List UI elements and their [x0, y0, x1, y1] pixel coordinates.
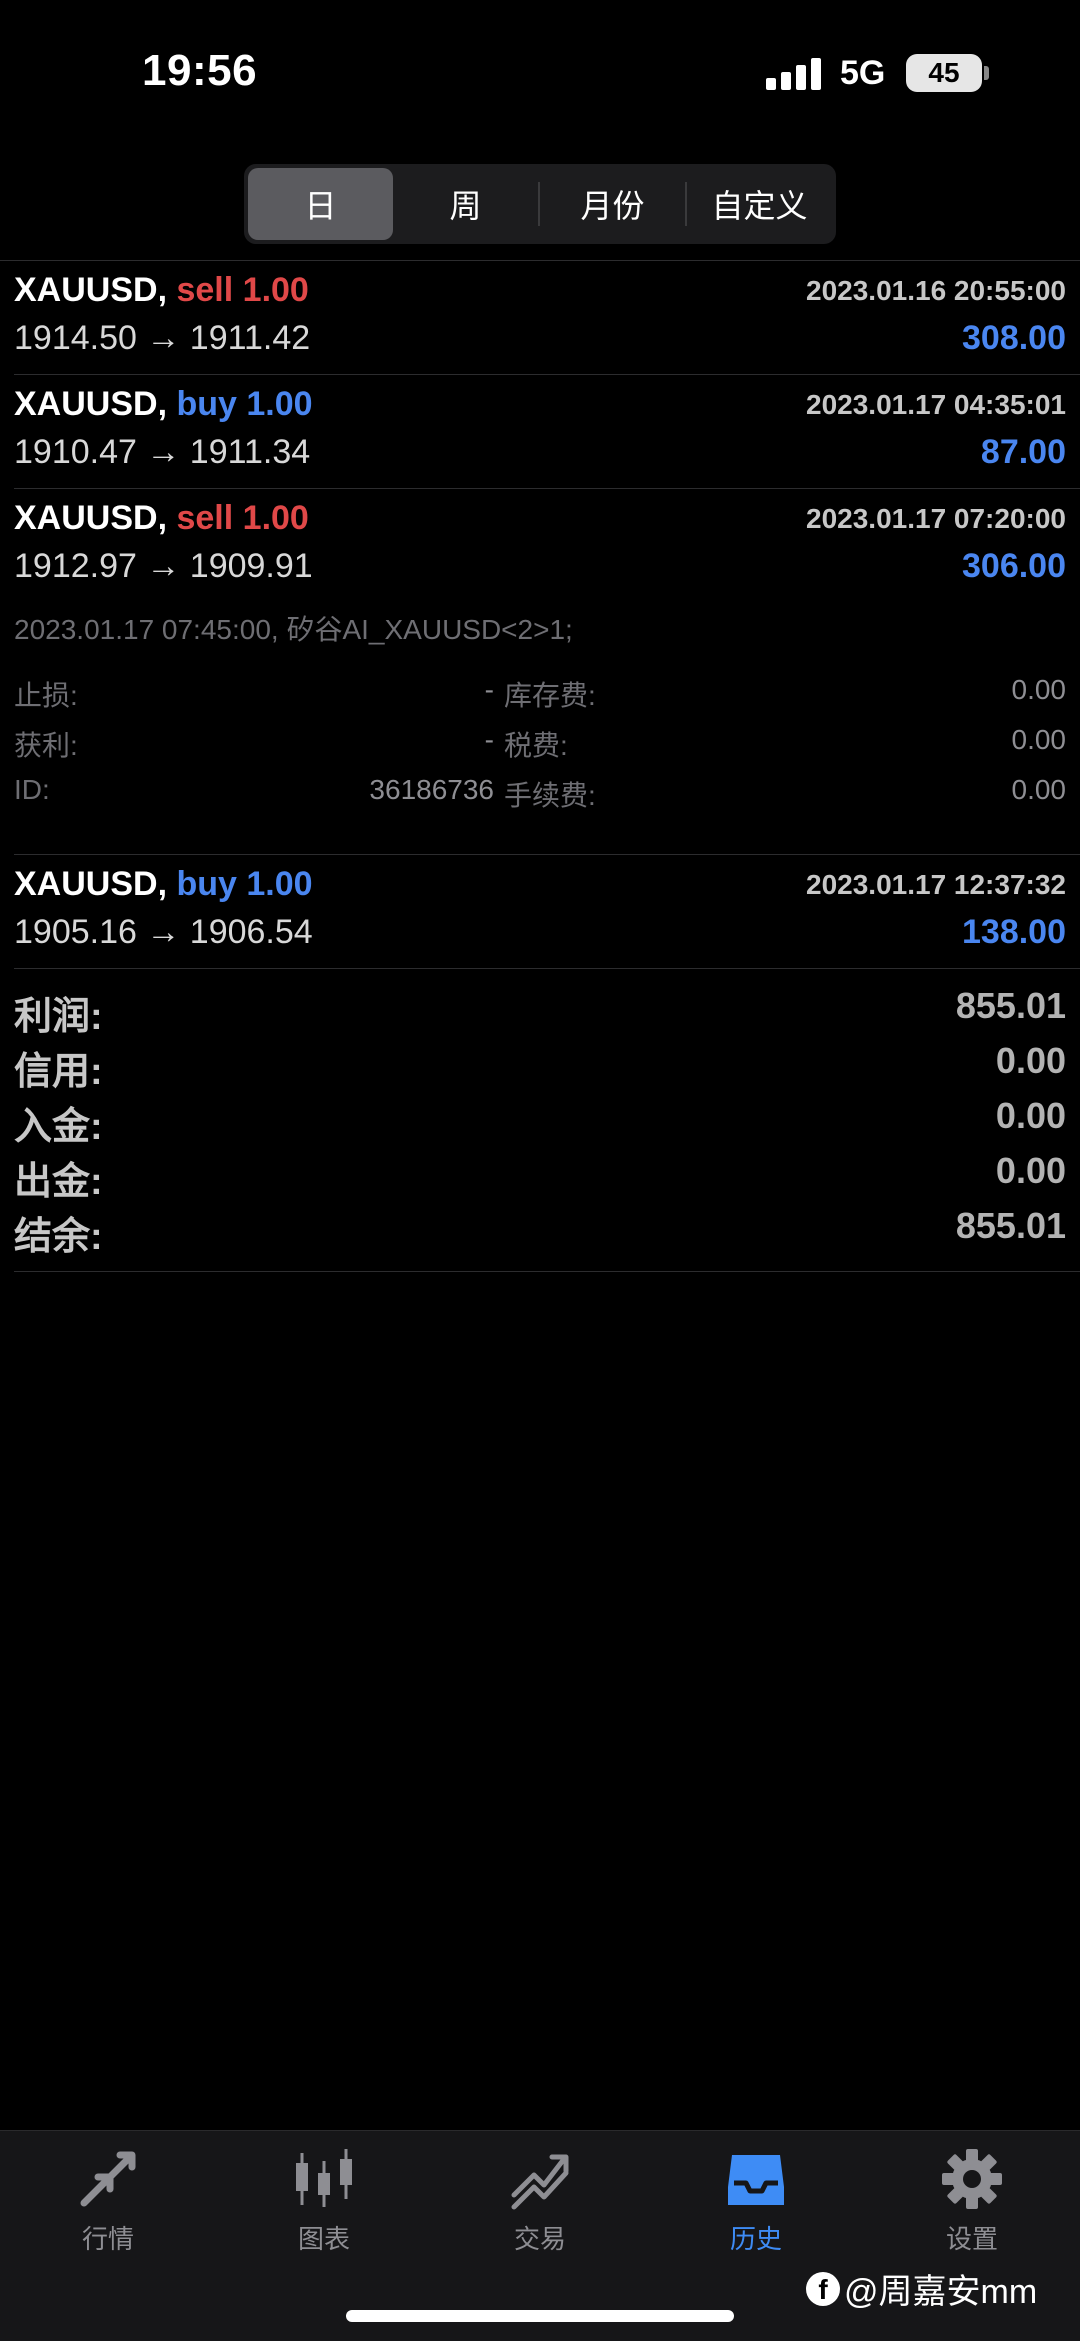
- summary-row-profit: 利润: 855.01: [14, 985, 1066, 1038]
- gear-icon: [942, 2149, 1002, 2209]
- segment-custom[interactable]: 自定义: [687, 168, 832, 240]
- taxes-label: 税费:: [504, 730, 568, 761]
- battery-icon: 45: [906, 54, 982, 92]
- deal-profit: 138.00: [962, 913, 1066, 951]
- summary-value: 855.01: [955, 1205, 1066, 1246]
- id-value: 36186736: [369, 774, 494, 805]
- tab-label: 设置: [945, 2224, 998, 2254]
- deal-volume: 1.00: [246, 865, 313, 903]
- tab-label: 图表: [297, 2224, 350, 2254]
- summary-value: 0.00: [995, 1150, 1066, 1191]
- tab-trade[interactable]: 交易: [460, 2147, 620, 2267]
- deal-time: 2023.01.16 20:55:00: [806, 275, 1066, 306]
- stop-loss-value: -: [484, 674, 494, 705]
- deal-volume: 1.00: [246, 385, 313, 423]
- summary-value: 855.01: [955, 985, 1066, 1026]
- inbox-tray-icon: [728, 2155, 784, 2205]
- deal-side: sell: [176, 499, 234, 537]
- tab-history[interactable]: 历史: [676, 2147, 836, 2267]
- deal-profit: 87.00: [980, 433, 1066, 471]
- candlestick-chart-icon: [296, 2149, 352, 2207]
- deal-symbol: XAUUSD,: [14, 499, 168, 537]
- summary-label: 利润:: [14, 996, 103, 1038]
- deal-time: 2023.01.17 04:35:01: [806, 389, 1066, 420]
- trade-trend-icon: [511, 2154, 569, 2210]
- deal-prices: 1910.47 → 1911.34: [14, 433, 311, 471]
- stop-loss-label: 止损:: [14, 680, 78, 711]
- summary-row-withdrawal: 出金: 0.00: [14, 1150, 1066, 1203]
- tab-quotes[interactable]: 行情: [28, 2147, 188, 2267]
- deal-profit: 308.00: [962, 319, 1066, 357]
- summary-row-balance: 结余: 855.01: [14, 1205, 1066, 1258]
- detail-row: 获利: - 税费: 0.00: [14, 724, 1066, 764]
- deal-row[interactable]: XAUUSD, buy 1.00 2023.01.17 04:35:01 191…: [0, 375, 1080, 488]
- swap-label: 库存费:: [504, 680, 596, 711]
- history-list: XAUUSD, sell 1.00 2023.01.16 20:55:00 19…: [0, 260, 1080, 1272]
- summary-value: 0.00: [995, 1095, 1066, 1136]
- network-type: 5G: [840, 54, 886, 92]
- status-time: 19:56: [142, 46, 258, 95]
- deal-prices: 1912.97 → 1909.91: [14, 547, 313, 585]
- tab-label: 交易: [513, 2224, 566, 2254]
- summary-row-deposit: 入金: 0.00: [14, 1095, 1066, 1148]
- quotes-arrows-icon: [80, 2151, 136, 2207]
- battery-tip: [984, 66, 989, 80]
- commission-label: 手续费:: [504, 780, 596, 811]
- deal-symbol: XAUUSD,: [14, 865, 168, 903]
- deal-row[interactable]: XAUUSD, sell 1.00 2023.01.17 07:20:00 19…: [0, 489, 1080, 602]
- tab-charts[interactable]: 图表: [244, 2147, 404, 2267]
- tab-settings[interactable]: 设置: [892, 2147, 1052, 2267]
- summary-label: 入金:: [14, 1106, 103, 1148]
- detail-row: ID: 36186736 手续费: 0.00: [14, 774, 1066, 814]
- deal-details: 2023.01.17 07:45:00, 矽谷AI_XAUUSD<2>1; 止损…: [0, 602, 1080, 854]
- deal-comment: 2023.01.17 07:45:00, 矽谷AI_XAUUSD<2>1;: [14, 614, 573, 645]
- commission-value: 0.00: [1011, 774, 1067, 805]
- take-profit-label: 获利:: [14, 730, 78, 761]
- cellular-signal-icon: [766, 58, 822, 90]
- summary-value: 0.00: [995, 1040, 1066, 1081]
- deal-prices: 1905.16 → 1906.54: [14, 913, 313, 951]
- deal-profit: 306.00: [962, 547, 1066, 585]
- period-segmented-control: 日 周 月份 自定义: [244, 164, 836, 244]
- watermark-text: @周嘉安mm: [844, 2273, 1038, 2311]
- deal-prices: 1914.50 → 1911.42: [14, 319, 311, 357]
- take-profit-value: -: [484, 724, 494, 755]
- deal-row[interactable]: XAUUSD, buy 1.00 2023.01.17 12:37:32 190…: [0, 855, 1080, 968]
- summary-row-credit: 信用: 0.00: [14, 1040, 1066, 1093]
- tab-label: 行情: [81, 2224, 134, 2254]
- facebook-icon: f: [806, 2271, 840, 2306]
- taxes-value: 0.00: [1011, 724, 1067, 755]
- watermark: f @周嘉安mm: [806, 2264, 1037, 2313]
- deal-side: buy: [176, 865, 237, 903]
- deal-side: sell: [176, 271, 234, 309]
- row-divider: [14, 1271, 1080, 1272]
- id-label: ID:: [14, 774, 50, 805]
- segment-day[interactable]: 日: [248, 168, 393, 240]
- deal-volume: 1.00: [242, 499, 309, 537]
- segment-month[interactable]: 月份: [540, 168, 685, 240]
- swap-value: 0.00: [1011, 674, 1067, 705]
- summary-label: 结余:: [14, 1216, 103, 1258]
- deal-symbol: XAUUSD,: [14, 385, 168, 423]
- summary-label: 出金:: [14, 1161, 103, 1203]
- deal-side: buy: [176, 385, 237, 423]
- home-indicator[interactable]: [346, 2310, 734, 2322]
- deal-symbol: XAUUSD,: [14, 271, 168, 309]
- deal-volume: 1.00: [242, 271, 309, 309]
- tab-label: 历史: [729, 2224, 782, 2254]
- segment-week[interactable]: 周: [393, 168, 538, 240]
- deal-row[interactable]: XAUUSD, sell 1.00 2023.01.16 20:55:00 19…: [0, 261, 1080, 374]
- deal-time: 2023.01.17 07:20:00: [806, 503, 1066, 534]
- deal-time: 2023.01.17 12:37:32: [806, 869, 1066, 900]
- summary-label: 信用:: [14, 1051, 103, 1093]
- detail-row: 止损: - 库存费: 0.00: [14, 674, 1066, 714]
- summary-section: 利润: 855.01 信用: 0.00 入金: 0.00 出金: 0.00 结余…: [0, 969, 1080, 1271]
